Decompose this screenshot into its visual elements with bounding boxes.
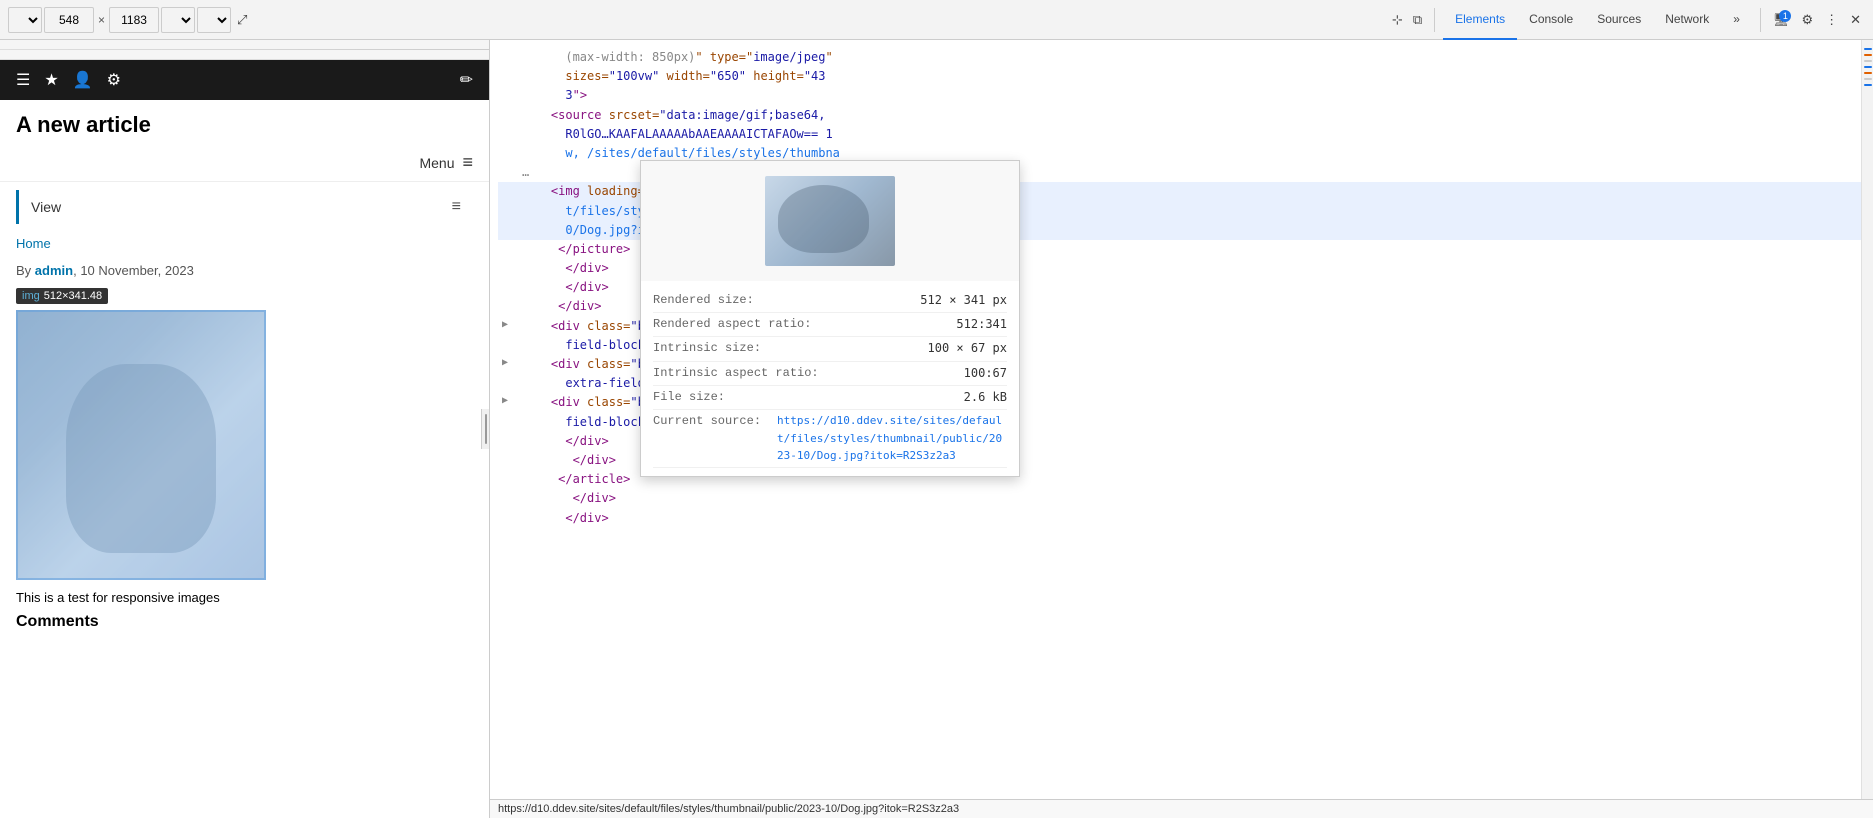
popup-rendered-aspect-label: Rendered aspect ratio: (653, 315, 811, 334)
sidebar-mark-1 (1864, 48, 1872, 50)
drag-handle-line (485, 414, 487, 444)
devtools-icons-group: ⊹ ⧉ (1388, 8, 1426, 32)
sidebar-mark-2 (1864, 54, 1872, 56)
site-header: ☰ ★ 👤 ⚙ ✏ (0, 60, 489, 100)
image-highlight-overlay (16, 310, 266, 580)
url-tooltip: https://d10.ddev.site/sites/default/file… (490, 799, 1873, 818)
device-toggle-button[interactable]: ⧉ (1409, 8, 1426, 32)
tab-console[interactable]: Console (1517, 0, 1585, 40)
popup-current-source-row: Current source: https://d10.ddev.site/si… (653, 410, 1007, 468)
browser-panel: ☰ ★ 👤 ⚙ ✏ A new article Menu ≡ View ≡ (0, 40, 490, 818)
sidebar-mark-5 (1864, 72, 1872, 74)
author-link[interactable]: admin (35, 263, 73, 278)
more-options-button[interactable]: ⋮ (1821, 8, 1842, 32)
notification-button[interactable]: 🖥 1 (1769, 8, 1794, 32)
popup-file-size-label: File size: (653, 388, 725, 407)
device-toolbar-group: Dimensions: Responsive × 100% No throttl… (8, 7, 251, 33)
dimension-separator: × (98, 13, 105, 27)
view-label: View (31, 199, 61, 215)
tab-network[interactable]: Network (1653, 0, 1721, 40)
popup-rendered-size-label: Rendered size: (653, 291, 754, 310)
tab-elements[interactable]: Elements (1443, 0, 1517, 40)
tab-more[interactable]: » (1721, 0, 1752, 40)
star-icon[interactable]: ★ (44, 70, 58, 90)
popup-file-size-value: 2.6 kB (964, 388, 1007, 407)
close-devtools-button[interactable]: ✕ (1846, 8, 1865, 32)
device-mode-select[interactable]: Dimensions: Responsive (8, 7, 42, 33)
comments-heading: Comments (0, 611, 489, 633)
sidebar-mark-4 (1864, 66, 1872, 68)
img-tag-label: img (22, 290, 40, 302)
ruler-line (0, 49, 489, 50)
right-sidebar (1861, 40, 1873, 818)
by-prefix: By (16, 263, 35, 278)
code-line-3: 3"> (498, 86, 1861, 105)
inspect-button[interactable]: ⊹ (1388, 8, 1407, 32)
popup-rendered-size-row: Rendered size: 512 × 341 px (653, 289, 1007, 313)
article-caption: This is a test for responsive images (0, 584, 489, 611)
menu-icon[interactable]: ≡ (462, 152, 473, 173)
article-title: A new article (0, 100, 489, 144)
popup-intrinsic-size-value: 100 × 67 px (928, 339, 1007, 358)
home-link[interactable]: Home (16, 236, 51, 251)
popup-current-source-label: Current source: (653, 412, 761, 465)
popup-rendered-aspect-row: Rendered aspect ratio: 512:341 (653, 313, 1007, 337)
devtools-toolbar: Dimensions: Responsive × 100% No throttl… (0, 0, 1873, 40)
code-line-div-7: </div> (498, 509, 1861, 528)
breadcrumb: Home (0, 232, 489, 259)
popup-image-area (641, 161, 1019, 281)
popup-file-size-row: File size: 2.6 kB (653, 386, 1007, 410)
image-preview-popup: Rendered size: 512 × 341 px Rendered asp… (640, 160, 1020, 477)
notification-badge: 1 (1779, 10, 1791, 22)
article-image[interactable] (16, 310, 266, 580)
toolbar-sep-1 (1434, 8, 1435, 32)
code-panel[interactable]: Rendered size: 512 × 341 px Rendered asp… (490, 40, 1861, 818)
popup-intrinsic-aspect-row: Intrinsic aspect ratio: 100:67 (653, 362, 1007, 386)
sidebar-mark-3 (1864, 60, 1872, 62)
code-line-2: sizes="100vw" width="650" height="43 (498, 67, 1861, 86)
popup-info: Rendered size: 512 × 341 px Rendered asp… (641, 281, 1019, 476)
popup-current-source-link[interactable]: https://d10.ddev.site/sites/default/file… (777, 412, 1007, 465)
gear-icon[interactable]: ⚙ (107, 70, 121, 90)
code-line-5: R0lGO…KAAFALAAAAAbAAEAAAAICTAFAOw== 1 (498, 125, 1861, 144)
devtools-main: Rendered size: 512 × 341 px Rendered asp… (490, 40, 1873, 818)
main-area: ☰ ★ 👤 ⚙ ✏ A new article Menu ≡ View ≡ (0, 40, 1873, 818)
width-input[interactable] (44, 7, 94, 33)
sidebar-mark-6 (1864, 78, 1872, 80)
sidebar-mark-7 (1864, 84, 1872, 86)
popup-intrinsic-size-label: Intrinsic size: (653, 339, 761, 358)
ruler-top (0, 40, 489, 60)
throttle-select[interactable]: No throttling (197, 7, 231, 33)
popup-rendered-size-value: 512 × 341 px (920, 291, 1007, 310)
view-menu-icon[interactable]: ≡ (452, 198, 461, 216)
hamburger-icon[interactable]: ☰ (16, 70, 30, 90)
popup-rendered-aspect-value: 512:341 (956, 315, 1007, 334)
edit-icon[interactable]: ✏ (460, 70, 473, 90)
popup-dog-thumbnail (765, 176, 895, 266)
code-line-div-6: </div> (498, 489, 1861, 508)
toolbar-sep-2 (1760, 8, 1761, 32)
devtools-tabs: Elements Console Sources Network » (1443, 0, 1752, 40)
settings-button[interactable]: ⚙ (1797, 8, 1817, 32)
img-dimensions-label: 512×341.48 (44, 290, 102, 302)
height-input[interactable] (109, 7, 159, 33)
popup-intrinsic-aspect-label: Intrinsic aspect ratio: (653, 364, 819, 383)
site-header-icons: ☰ ★ 👤 ⚙ (16, 70, 121, 90)
code-line-4: <source srcset="data:image/gif;base64, (498, 106, 1861, 125)
popup-intrinsic-size-row: Intrinsic size: 100 × 67 px (653, 337, 1007, 361)
devtools-panel: Rendered size: 512 × 341 px Rendered asp… (490, 40, 1873, 818)
panel-drag-handle[interactable] (481, 409, 489, 449)
rotate-button[interactable]: ⤢ (233, 8, 251, 32)
menu-label: Menu (419, 155, 454, 171)
popup-intrinsic-aspect-value: 100:67 (964, 364, 1007, 383)
image-tooltip: img 512×341.48 (16, 288, 108, 304)
nav-bar: Menu ≡ (0, 144, 489, 182)
user-icon[interactable]: 👤 (73, 70, 93, 90)
tab-sources[interactable]: Sources (1585, 0, 1653, 40)
article-meta: By admin, 10 November, 2023 (0, 259, 489, 286)
zoom-select[interactable]: 100% (161, 7, 195, 33)
code-line-1: (max-width: 850px)" type="image/jpeg" (498, 48, 1861, 67)
view-bar: View ≡ (16, 190, 473, 224)
page-content[interactable]: ☰ ★ 👤 ⚙ ✏ A new article Menu ≡ View ≡ (0, 60, 489, 818)
